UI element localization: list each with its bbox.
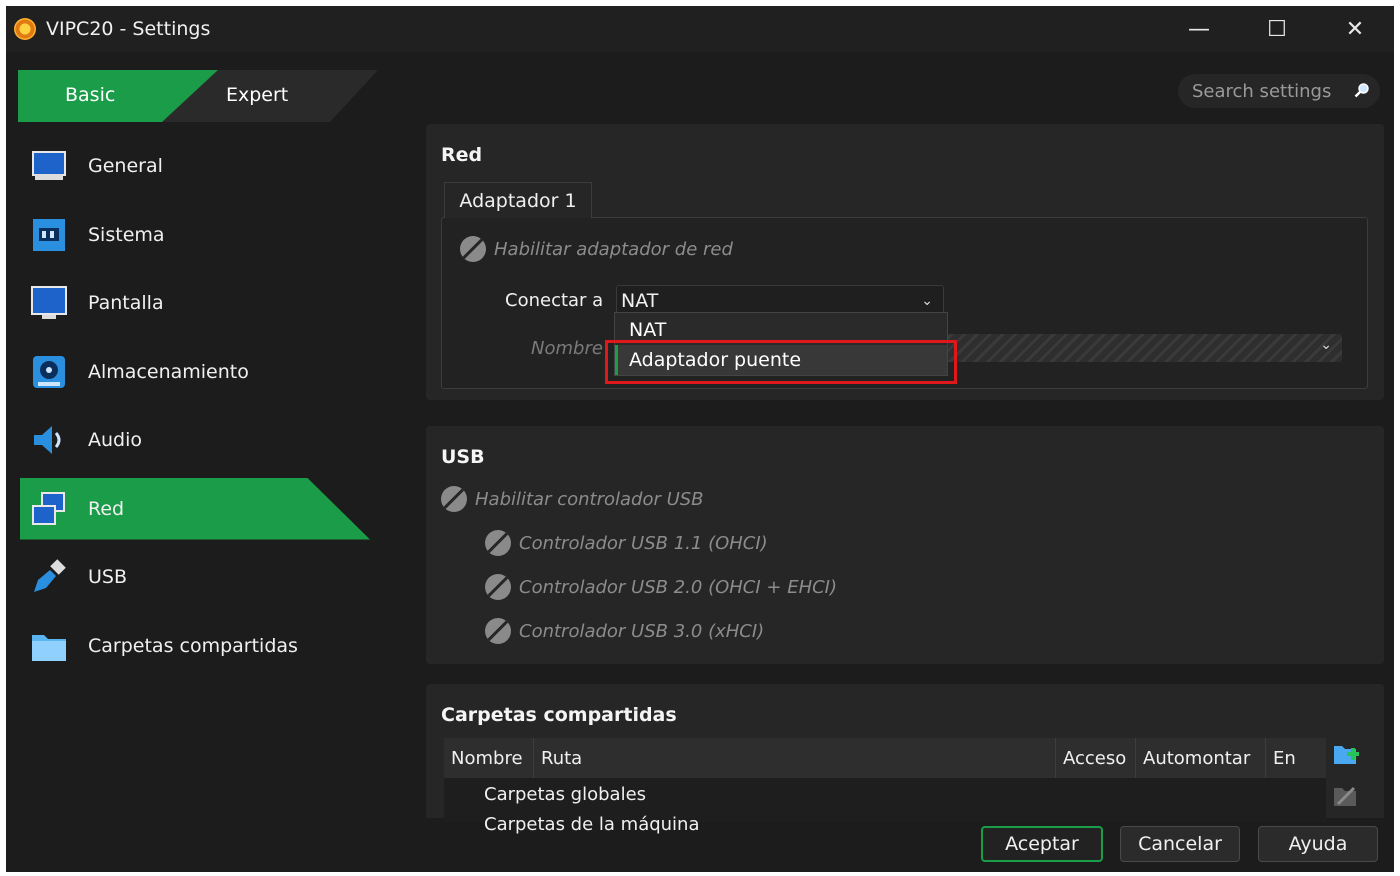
folder-icon xyxy=(30,627,68,665)
radio-disabled-icon xyxy=(485,530,511,556)
close-button[interactable]: ✕ xyxy=(1316,6,1394,52)
sidebar-item-red[interactable]: Red xyxy=(20,477,370,540)
sidebar-item-label: USB xyxy=(88,566,128,589)
shared-title: Carpetas compartidas xyxy=(441,704,677,726)
mode-tabs: Basic Expert xyxy=(18,70,378,122)
table-header: Nombre Ruta Acceso Automontar En xyxy=(444,738,1326,778)
tab-adapter-1[interactable]: Adaptador 1 xyxy=(444,182,592,218)
column-header-ruta[interactable]: Ruta xyxy=(534,738,1056,778)
cancel-button[interactable]: Cancelar xyxy=(1120,826,1240,862)
title-bar: VIPC20 - Settings — ☐ ✕ xyxy=(6,6,1394,52)
edit-folder-icon[interactable] xyxy=(1332,782,1360,810)
minimize-button[interactable]: — xyxy=(1160,6,1238,52)
radio-disabled-icon xyxy=(485,618,511,644)
dropdown-option-nat[interactable]: NAT xyxy=(615,315,947,345)
search-input[interactable]: Search settings xyxy=(1178,74,1380,108)
sidebar-item-label: Carpetas compartidas xyxy=(88,634,298,657)
attach-select-value: NAT xyxy=(621,290,659,312)
usb-panel: USB Habilitar controlador USB Controlado… xyxy=(426,426,1384,664)
settings-window: VIPC20 - Settings — ☐ ✕ Basic Expert Sea… xyxy=(6,6,1394,872)
enable-adapter-checkbox[interactable]: Habilitar adaptador de red xyxy=(460,236,733,262)
usb-controller-radio[interactable]: Controlador USB 2.0 (OHCI + EHCI) xyxy=(485,574,837,600)
display-icon xyxy=(30,284,68,322)
usb-controller-label: Controlador USB 2.0 (OHCI + EHCI) xyxy=(519,576,838,598)
chevron-down-icon: ⌄ xyxy=(1320,337,1332,353)
sidebar-item-label: Pantalla xyxy=(88,292,164,315)
network-icon xyxy=(30,490,68,528)
attach-dropdown-list: NAT Adaptador puente xyxy=(614,312,948,376)
sidebar-item-general[interactable]: General xyxy=(20,132,370,201)
speaker-icon xyxy=(30,421,68,459)
search-icon xyxy=(1354,83,1369,98)
ok-button[interactable]: Aceptar xyxy=(981,826,1103,862)
sidebar-item-label: Audio xyxy=(88,429,143,452)
checkbox-disabled-icon xyxy=(441,486,467,512)
sidebar-item-label: General xyxy=(88,155,163,178)
sidebar-item-label: Almacenamiento xyxy=(88,360,249,383)
checkbox-disabled-icon xyxy=(460,236,486,262)
usb-controller-radio[interactable]: Controlador USB 3.0 (xHCI) xyxy=(485,618,764,644)
sidebar-item-label: Red xyxy=(88,497,125,520)
table-row[interactable]: Carpetas de la máquina xyxy=(484,814,700,835)
add-folder-icon[interactable] xyxy=(1332,740,1360,768)
usb-controller-radio[interactable]: Controlador USB 1.1 (OHCI) xyxy=(485,530,768,556)
sidebar-item-pantalla[interactable]: Pantalla xyxy=(20,269,370,338)
chevron-down-icon: ⌄ xyxy=(921,293,933,309)
help-button[interactable]: Ayuda xyxy=(1258,826,1378,862)
name-label: Nombre xyxy=(531,338,603,359)
sidebar-item-sistema[interactable]: Sistema xyxy=(20,201,370,270)
shared-folder-tools xyxy=(1332,740,1362,824)
sidebar-item-almacenamiento[interactable]: Almacenamiento xyxy=(20,338,370,407)
attach-label: Conectar a xyxy=(505,290,604,311)
settings-content: Red Adaptador 1 Habilitar adaptador de r… xyxy=(426,124,1384,818)
radio-disabled-icon xyxy=(485,574,511,600)
enable-usb-label: Habilitar controlador USB xyxy=(475,488,704,510)
enable-adapter-label: Habilitar adaptador de red xyxy=(494,238,733,260)
sidebar-item-label: Sistema xyxy=(88,223,165,246)
window-controls: — ☐ ✕ xyxy=(1160,6,1394,52)
sidebar-item-carpetas[interactable]: Carpetas compartidas xyxy=(20,612,370,681)
window-title: VIPC20 - Settings xyxy=(46,18,211,40)
column-header-automontar[interactable]: Automontar xyxy=(1136,738,1266,778)
settings-sidebar: General Sistema Pantalla Almacenamiento … xyxy=(20,132,370,680)
usb-title: USB xyxy=(441,446,485,468)
name-select-disabled: ⌄ xyxy=(946,334,1342,362)
search-placeholder: Search settings xyxy=(1192,80,1332,102)
network-title: Red xyxy=(441,144,483,166)
monitor-icon xyxy=(30,147,68,185)
column-header-acceso[interactable]: Acceso xyxy=(1056,738,1136,778)
sidebar-item-usb[interactable]: USB xyxy=(20,543,370,612)
shared-folders-table: Nombre Ruta Acceso Automontar En Carpeta… xyxy=(444,738,1326,835)
enable-usb-checkbox[interactable]: Habilitar controlador USB xyxy=(441,486,704,512)
column-header-en[interactable]: En xyxy=(1266,738,1326,778)
storage-disk-icon xyxy=(30,353,68,391)
usb-controller-label: Controlador USB 1.1 (OHCI) xyxy=(519,532,768,554)
chip-icon xyxy=(30,216,68,254)
column-header-nombre[interactable]: Nombre xyxy=(444,738,534,778)
table-row[interactable]: Carpetas globales xyxy=(484,784,646,805)
virtualbox-app-icon xyxy=(14,18,36,40)
tab-expert-label: Expert xyxy=(226,84,289,106)
usb-controller-label: Controlador USB 3.0 (xHCI) xyxy=(519,620,765,642)
usb-plug-icon xyxy=(30,558,68,596)
sidebar-item-audio[interactable]: Audio xyxy=(20,406,370,475)
tab-basic-label: Basic xyxy=(65,84,116,106)
dropdown-option-adaptador-puente[interactable]: Adaptador puente xyxy=(615,345,947,375)
maximize-button[interactable]: ☐ xyxy=(1238,6,1316,52)
